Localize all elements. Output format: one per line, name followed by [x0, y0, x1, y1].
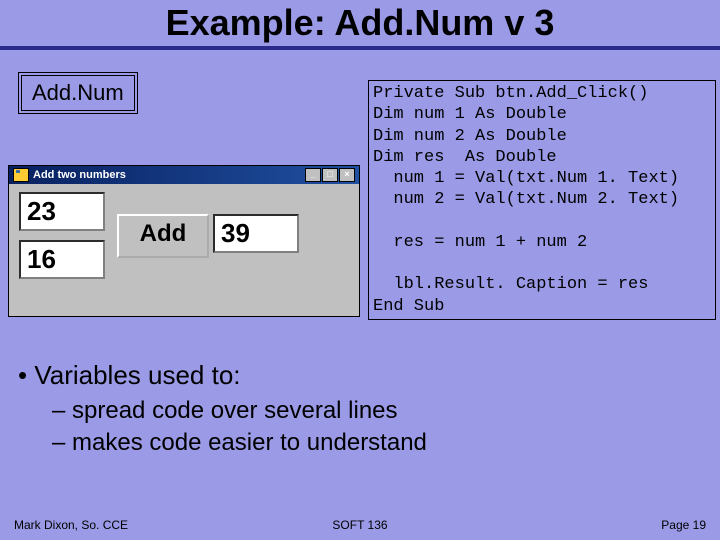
num1-input[interactable]: 23 [19, 192, 105, 231]
addnum-label: Add.Num [18, 72, 138, 114]
result-output: 39 [213, 214, 299, 253]
app-titlebar-left: Add two numbers [13, 168, 126, 182]
app-titlebar: Add two numbers _ □ × [9, 166, 359, 184]
sub-bullets: – spread code over several lines – makes… [52, 397, 427, 457]
bullet-sub2: – makes code easier to understand [52, 429, 427, 457]
num2-input[interactable]: 16 [19, 240, 105, 279]
footer-center: SOFT 136 [0, 518, 720, 532]
slide-title: Example: Add.Num v 3 [30, 0, 690, 44]
slide: Example: Add.Num v 3 Add.Num Add two num… [0, 0, 720, 540]
close-icon[interactable]: × [339, 168, 355, 182]
maximize-icon[interactable]: □ [322, 168, 338, 182]
bullet-main: • Variables used to: [18, 360, 427, 391]
app-window: Add two numbers _ □ × 23 16 Add 39 [8, 165, 360, 317]
form-icon [13, 168, 29, 182]
code-listing: Private Sub btn.Add_Click() Dim num 1 As… [368, 80, 716, 320]
bullets: • Variables used to: – spread code over … [18, 360, 427, 457]
bullet-sub1: – spread code over several lines [52, 397, 427, 425]
footer-right: Page 19 [661, 518, 706, 532]
app-body: 23 16 Add 39 [9, 184, 359, 316]
title-bar: Example: Add.Num v 3 [0, 0, 720, 50]
add-button[interactable]: Add [117, 214, 209, 258]
minimize-icon[interactable]: _ [305, 168, 321, 182]
window-buttons: _ □ × [305, 168, 355, 182]
window-title: Add two numbers [33, 169, 126, 181]
